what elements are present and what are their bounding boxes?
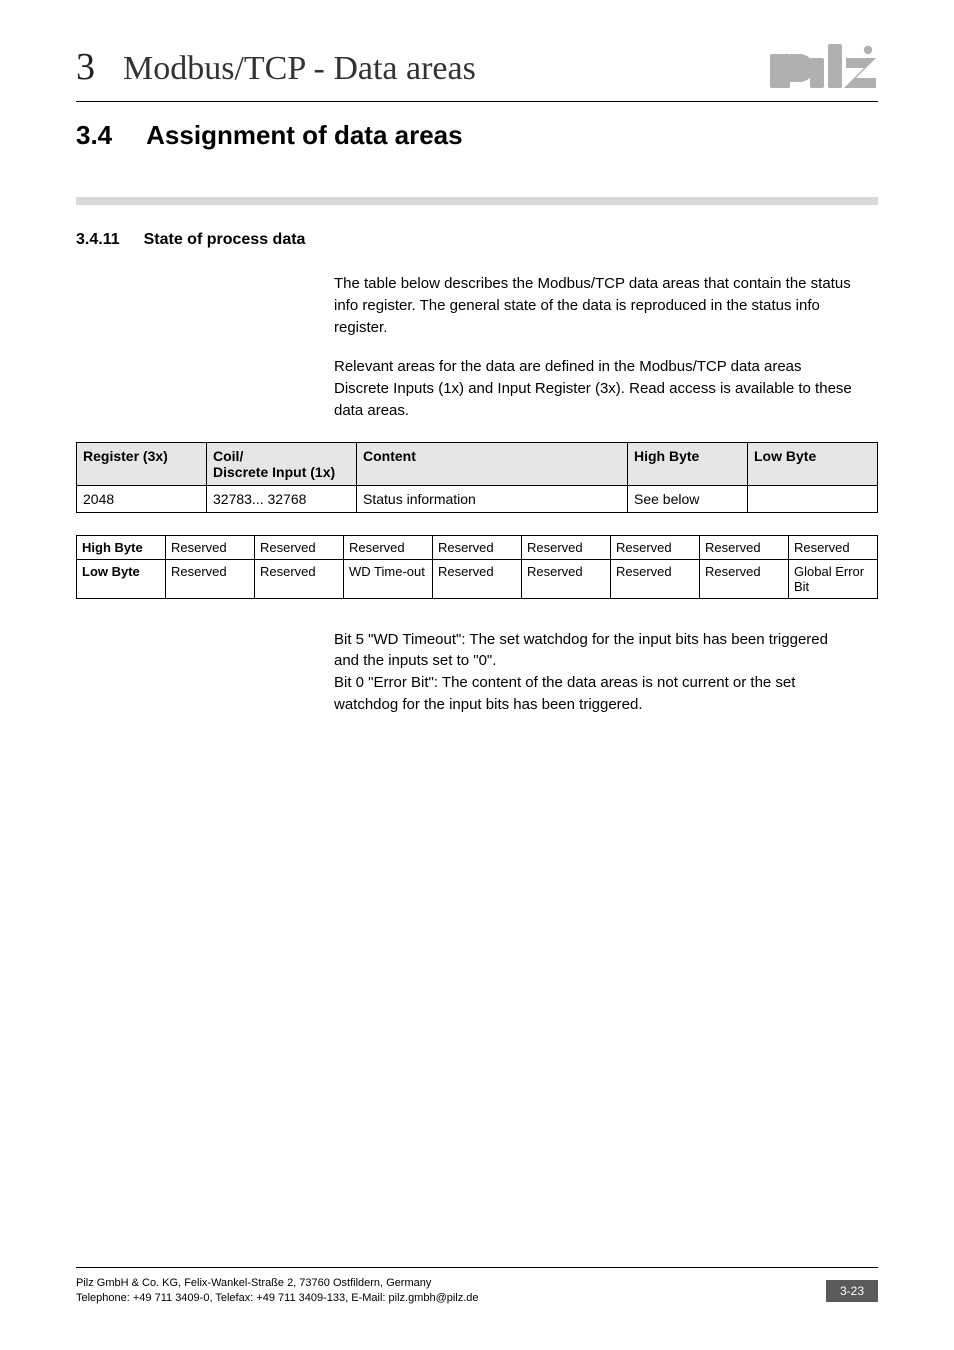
- cell: Reserved: [433, 535, 522, 559]
- cell: 2048: [77, 485, 207, 512]
- cell: Reserved: [255, 535, 344, 559]
- cell: Reserved: [166, 559, 255, 598]
- table-row: Low Byte Reserved Reserved WD Time-out R…: [77, 559, 878, 598]
- cell: Reserved: [255, 559, 344, 598]
- header-rule: [76, 101, 878, 102]
- cell: Reserved: [700, 535, 789, 559]
- table-row: 2048 32783... 32768 Status information S…: [77, 485, 878, 512]
- footer-row: Pilz GmbH & Co. KG, Felix-Wankel-Straße …: [76, 1276, 878, 1306]
- paragraph: Relevant areas for the data are defined …: [334, 356, 854, 421]
- cell: Reserved: [611, 535, 700, 559]
- col-header: Register (3x): [77, 442, 207, 485]
- col-header: Content: [357, 442, 628, 485]
- section-heading: 3.4 Assignment of data areas: [76, 120, 878, 151]
- cell: See below: [628, 485, 748, 512]
- col-header: High Byte: [628, 442, 748, 485]
- section-number: 3.4: [76, 120, 112, 151]
- table-header-row: Register (3x) Coil/ Discrete Input (1x) …: [77, 442, 878, 485]
- cell: Global Error Bit: [789, 559, 878, 598]
- row-label: High Byte: [77, 535, 166, 559]
- col-header: Coil/ Discrete Input (1x): [207, 442, 357, 485]
- table-row: High Byte Reserved Reserved Reserved Res…: [77, 535, 878, 559]
- section-divider: [76, 197, 878, 205]
- cell: Reserved: [700, 559, 789, 598]
- footer-line: Telephone: +49 711 3409-0, Telefax: +49 …: [76, 1291, 479, 1306]
- subsection-number: 3.4.11: [76, 231, 120, 249]
- footer-rule: [76, 1267, 878, 1268]
- page-footer: Pilz GmbH & Co. KG, Felix-Wankel-Straße …: [76, 1267, 878, 1306]
- footer-text: Pilz GmbH & Co. KG, Felix-Wankel-Straße …: [76, 1276, 479, 1306]
- cell: Reserved: [344, 535, 433, 559]
- cell: 32783... 32768: [207, 485, 357, 512]
- cell: Reserved: [166, 535, 255, 559]
- byte-table: High Byte Reserved Reserved Reserved Res…: [76, 535, 878, 599]
- cell: Status information: [357, 485, 628, 512]
- section-title: Assignment of data areas: [146, 120, 462, 151]
- paragraph: The table below describes the Modbus/TCP…: [334, 273, 854, 338]
- cell: WD Time-out: [344, 559, 433, 598]
- chapter-title: Modbus/TCP - Data areas: [123, 50, 476, 88]
- cell: Reserved: [522, 535, 611, 559]
- subsection-heading: 3.4.11 State of process data: [76, 231, 878, 249]
- cell: Reserved: [611, 559, 700, 598]
- note-line: Bit 0 "Error Bit": The content of the da…: [334, 672, 854, 716]
- intro-paragraphs: The table below describes the Modbus/TCP…: [334, 273, 854, 422]
- page-header: 3 Modbus/TCP - Data areas: [76, 44, 878, 89]
- register-table: Register (3x) Coil/ Discrete Input (1x) …: [76, 442, 878, 513]
- footer-line: Pilz GmbH & Co. KG, Felix-Wankel-Straße …: [76, 1276, 479, 1291]
- page-number-badge: 3-23: [826, 1280, 878, 1302]
- page: 3 Modbus/TCP - Data areas 3.4 Assignment…: [0, 0, 954, 1350]
- bit-notes: Bit 5 "WD Timeout": The set watchdog for…: [334, 629, 854, 716]
- row-label: Low Byte: [77, 559, 166, 598]
- cell: [748, 485, 878, 512]
- cell: Reserved: [522, 559, 611, 598]
- pilz-logo: [770, 44, 878, 93]
- cell: Reserved: [433, 559, 522, 598]
- chapter-heading: 3 Modbus/TCP - Data areas: [76, 45, 476, 89]
- col-header: Low Byte: [748, 442, 878, 485]
- note-line: Bit 5 "WD Timeout": The set watchdog for…: [334, 629, 854, 673]
- cell: Reserved: [789, 535, 878, 559]
- subsection-title: State of process data: [144, 231, 306, 249]
- chapter-number: 3: [76, 45, 95, 89]
